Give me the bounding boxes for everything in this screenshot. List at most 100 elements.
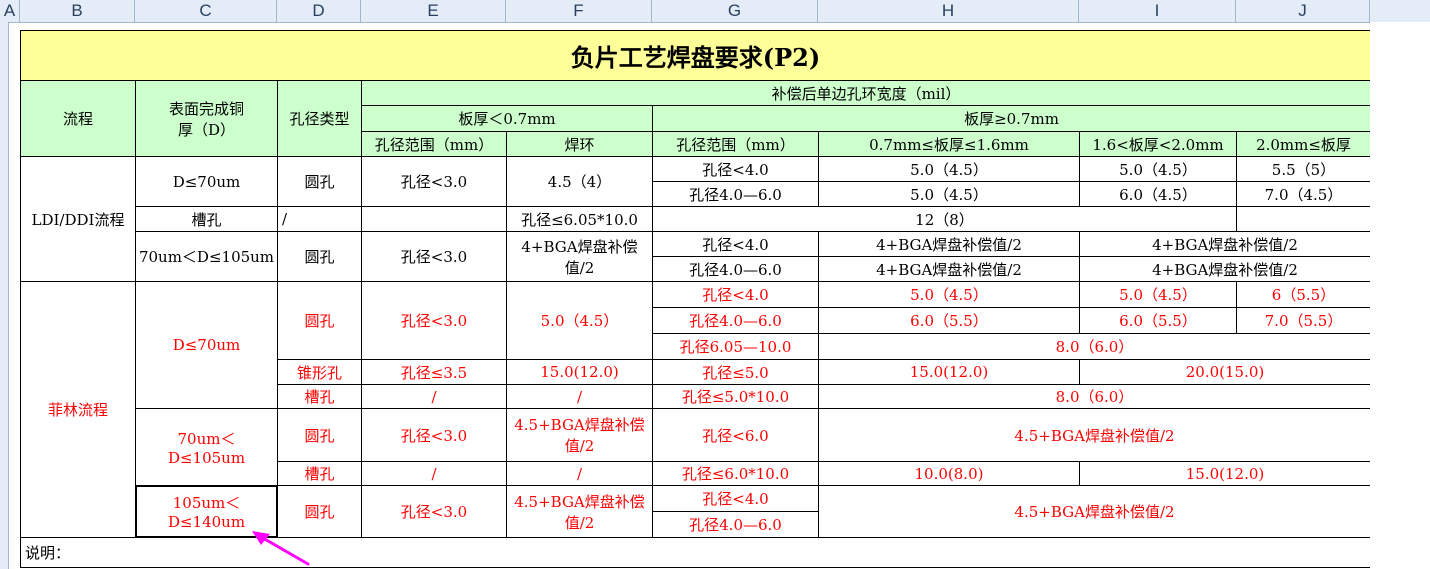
cell[interactable]: 4+BGA焊盘补偿值/2 [1079,231,1371,257]
cell[interactable]: 孔径<3.0 [361,156,507,207]
header-hole-range-2[interactable]: 孔径范围（mm） [652,131,819,157]
sheet-blank-area[interactable] [1370,22,1430,569]
cell[interactable]: 20.0(15.0) [1079,359,1371,385]
cell-type-slot[interactable]: 槽孔 [277,461,362,486]
cell[interactable]: 6（5.5） [1236,281,1371,308]
cell[interactable]: 5.0（4.5） [818,156,1080,182]
column-header-f[interactable]: F [506,0,652,22]
column-header-bar: A B C D E F G H I J [0,0,1430,23]
cell-type-round[interactable]: 圆孔 [277,408,362,462]
cell[interactable]: 4.5+BGA焊盘补偿值/2 [506,408,653,462]
cell-type-slot[interactable]: 槽孔 [277,384,362,409]
cell[interactable]: / [361,384,507,409]
header-ring[interactable]: 焊环 [506,131,653,157]
header-process[interactable]: 流程 [20,80,136,157]
cell-type-slot[interactable]: 槽孔 [135,206,278,232]
cell[interactable]: 5.0（4.5） [1079,156,1237,182]
cell[interactable]: 孔径<3.0 [361,408,507,462]
cell[interactable]: 孔径<3.0 [361,485,507,538]
cell[interactable]: 孔径4.0—6.0 [652,307,819,334]
header-hole-range-1[interactable]: 孔径范围（mm） [361,131,507,157]
cell[interactable]: 4.5+BGA焊盘补偿值/2 [818,485,1371,538]
cell[interactable]: 孔径<4.0 [652,485,819,512]
cell-empty[interactable] [361,206,507,232]
cell[interactable]: 孔径<6.0 [652,408,819,462]
cell[interactable]: 4.5+BGA焊盘补偿值/2 [506,485,653,538]
header-thickness-1[interactable]: 0.7mm≤板厚≤1.6mm [818,131,1080,157]
cell[interactable]: 5.0（4.5） [506,281,653,360]
column-header-a[interactable]: A [0,0,20,22]
cell[interactable]: 孔径<4.0 [652,231,819,257]
cell-type-round[interactable]: 圆孔 [277,281,362,360]
cell[interactable]: 7.0（4.5） [1236,181,1371,207]
header-thickness-ge[interactable]: 板厚≥0.7mm [652,105,1371,132]
cell[interactable]: 孔径≤6.0*10.0 [652,461,819,486]
column-header-e[interactable]: E [361,0,506,22]
cell[interactable]: / [506,461,653,486]
cell[interactable]: 孔径≤5.0 [652,359,819,385]
cell[interactable]: 孔径4.0—6.0 [652,181,819,207]
cell[interactable]: 8.0（6.0） [818,333,1371,360]
cell-copper-feilin-1[interactable]: D≤70um [135,281,278,409]
column-header-d[interactable]: D [277,0,361,22]
header-ring-width[interactable]: 补偿后单边孔环宽度（mil） [361,80,1371,106]
cell[interactable]: 4.5+BGA焊盘补偿值/2 [818,408,1371,462]
cell[interactable]: 4+BGA焊盘补偿值/2 [506,231,653,282]
cell[interactable]: 孔径≤6.05*10.0 [506,206,653,232]
note-cell[interactable]: 说明： [20,537,1371,568]
pad-requirements-table: 负片工艺焊盘要求(P2) 流程 表面完成铜厚（D） 孔径类型 补偿后单边孔环宽度… [20,30,1371,568]
header-thickness-3[interactable]: 2.0mm≤板厚 [1236,131,1371,157]
cell[interactable]: 15.0(12.0) [818,359,1080,385]
cell[interactable]: 6.0（5.5） [1079,307,1237,334]
cell[interactable]: 6.0（5.5） [818,307,1080,334]
header-thickness-2[interactable]: 1.6<板厚<2.0mm [1079,131,1237,157]
cell[interactable]: 8.0（6.0） [818,384,1371,409]
cell[interactable]: 孔径<4.0 [652,281,819,308]
column-header-c[interactable]: C [135,0,277,22]
row-header-bar [0,22,9,569]
cell-process-ldi[interactable]: LDI/DDI流程 [20,156,136,282]
header-thickness-lt[interactable]: 板厚＜0.7mm [361,105,653,132]
cell[interactable]: 15.0(12.0) [506,359,653,385]
column-header-h[interactable]: H [818,0,1079,22]
cell-type-cone[interactable]: 锥形孔 [277,359,362,385]
cell[interactable]: 4+BGA焊盘补偿值/2 [818,256,1080,282]
cell[interactable]: 孔径4.0—6.0 [652,511,819,538]
header-copper-thickness[interactable]: 表面完成铜厚（D） [135,80,278,157]
cell[interactable]: 5.0（4.5） [818,181,1080,207]
cell[interactable]: 孔径≤5.0*10.0 [652,384,819,409]
cell[interactable]: 12（8） [652,206,1237,232]
column-header-i[interactable]: I [1079,0,1236,22]
cell[interactable]: 4+BGA焊盘补偿值/2 [818,231,1080,257]
cell[interactable]: 4.5（4） [506,156,653,207]
cell[interactable]: 孔径≤3.5 [361,359,507,385]
cell[interactable]: / [277,206,362,232]
cell-type-round[interactable]: 圆孔 [277,156,362,207]
cell-copper-ldi-1[interactable]: D≤70um [135,156,278,207]
cell[interactable]: 5.5（5） [1236,156,1371,182]
cell[interactable]: 7.0（5.5） [1236,307,1371,334]
cell[interactable]: 10.0(8.0) [818,461,1080,486]
cell[interactable]: 孔径<3.0 [361,281,507,360]
cell[interactable]: 孔径4.0—6.0 [652,256,819,282]
cell[interactable]: 5.0（4.5） [818,281,1080,308]
cell[interactable]: 4+BGA焊盘补偿值/2 [1079,256,1371,282]
column-header-g[interactable]: G [652,0,818,22]
cell-type-round[interactable]: 圆孔 [277,231,362,282]
cell-copper-ldi-2[interactable]: 70um＜D≤105um [135,231,278,282]
cell-copper-feilin-2[interactable]: 70um＜D≤105um [135,408,278,486]
header-hole-type[interactable]: 孔径类型 [277,80,362,157]
column-header-b[interactable]: B [20,0,135,22]
cell[interactable]: 6.0（4.5） [1079,181,1237,207]
cell[interactable]: 孔径<4.0 [652,156,819,182]
cell-process-feilin[interactable]: 菲林流程 [20,281,136,538]
cell[interactable]: / [506,384,653,409]
cell[interactable]: 5.0（4.5） [1079,281,1237,308]
cell[interactable]: / [361,461,507,486]
table-title[interactable]: 负片工艺焊盘要求(P2) [20,30,1371,81]
cell[interactable]: 孔径<3.0 [361,231,507,282]
annotation-arrow-icon [252,531,310,566]
cell[interactable]: 15.0(12.0) [1079,461,1371,486]
cell[interactable]: 孔径6.05—10.0 [652,333,819,360]
column-header-j[interactable]: J [1236,0,1370,22]
